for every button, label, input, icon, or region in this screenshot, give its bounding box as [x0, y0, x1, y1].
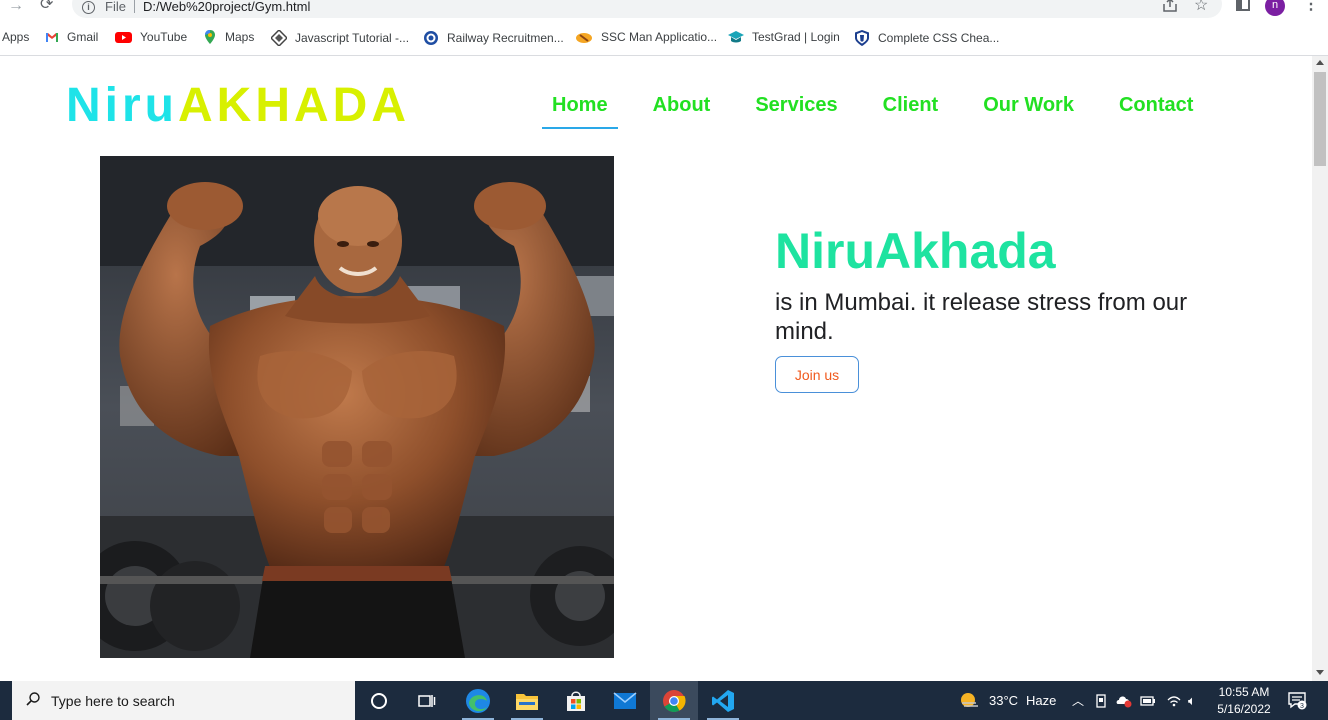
logo-part-1: Niru: [66, 79, 178, 132]
bookmark-label: YouTube: [140, 30, 188, 44]
bookmark-label: TestGrad | Login: [752, 30, 840, 44]
bookmark-ssc[interactable]: SSC Man Applicatio...: [575, 30, 717, 44]
bookmark-label: Maps: [225, 30, 255, 44]
bookmark-label: Complete CSS Chea...: [878, 31, 1000, 45]
taskbar-search-box[interactable]: Type here to search: [12, 681, 355, 720]
speaker-volume-icon[interactable]: 🔈︎: [1188, 693, 1196, 709]
nav-client[interactable]: Client: [883, 94, 939, 129]
scroll-thumb[interactable]: [1314, 72, 1326, 166]
side-panel-icon[interactable]: [1236, 0, 1250, 11]
chrome-icon: [663, 689, 686, 712]
join-us-button[interactable]: Join us: [775, 356, 859, 393]
weather-temperature: 33°C: [989, 693, 1019, 708]
store-app[interactable]: [552, 681, 600, 720]
forward-arrow-icon[interactable]: →: [8, 0, 26, 16]
nav-contact[interactable]: Contact: [1119, 94, 1193, 129]
weather-sun-haze-icon: [961, 692, 978, 707]
bodybuilder-illustration: [100, 156, 614, 658]
nav-services[interactable]: Services: [755, 94, 837, 129]
system-clock[interactable]: 10:55 AM 5/16/2022: [1212, 684, 1276, 718]
search-icon: [26, 692, 40, 706]
task-view-button[interactable]: [403, 681, 451, 720]
web-page: NiruAKHADA Home About Services Client Ou…: [0, 56, 1312, 681]
url-scheme-label: File: [105, 0, 126, 14]
railway-icon: [424, 31, 438, 45]
address-bar[interactable]: i File D:/Web%20project/Gym.html ☆: [72, 0, 1222, 18]
tray-icons: ︿ 🔈︎: [1072, 681, 1196, 720]
bookmark-label: SSC Man Applicatio...: [601, 30, 718, 44]
share-icon[interactable]: [1162, 0, 1178, 12]
chrome-app[interactable]: [650, 681, 698, 720]
bookmark-label: Apps: [2, 30, 30, 44]
scroll-up-arrow-icon[interactable]: [1316, 60, 1324, 65]
notification-center-button[interactable]: 3: [1287, 690, 1307, 710]
nav-about[interactable]: About: [653, 94, 711, 129]
site-logo[interactable]: NiruAKHADA: [66, 78, 410, 133]
battery-icon[interactable]: [1140, 695, 1156, 707]
weather-description: Haze: [1026, 693, 1057, 708]
onedrive-error-icon[interactable]: [1116, 694, 1132, 708]
clock-date: 5/16/2022: [1217, 702, 1271, 716]
hero-title: NiruAkhada: [775, 223, 1056, 279]
bookmark-star-icon[interactable]: ☆: [1194, 0, 1208, 15]
taskbar-search-placeholder: Type here to search: [51, 693, 175, 709]
bookmark-label: Railway Recruitmen...: [447, 31, 564, 45]
info-icon[interactable]: i: [82, 1, 95, 14]
notification-count: 3: [1300, 703, 1304, 710]
nav-our-work[interactable]: Our Work: [983, 94, 1074, 129]
start-button[interactable]: [0, 681, 12, 720]
edge-icon: [466, 688, 490, 713]
bookmark-railway[interactable]: Railway Recruitmen...: [423, 30, 564, 46]
main-nav: Home About Services Client Our Work Cont…: [542, 94, 1238, 129]
bookmark-testgrad[interactable]: TestGrad | Login: [728, 30, 840, 44]
logo-part-2: AKHADA: [178, 79, 410, 132]
bookmark-apps[interactable]: Apps: [2, 30, 29, 44]
device-icon[interactable]: [1094, 693, 1108, 708]
cortana-circle-icon: [371, 692, 387, 709]
windows-taskbar: Type here to search 33°C Haze ︿ 🔈︎ 10:55…: [0, 681, 1328, 720]
profile-avatar[interactable]: n: [1265, 0, 1285, 16]
browser-toolbar: → ⟳ i File D:/Web%20project/Gym.html ☆ n…: [0, 0, 1328, 22]
url-separator: [134, 0, 135, 13]
cortana-button[interactable]: [355, 681, 403, 720]
task-view-icon: [418, 694, 436, 707]
mail-envelope-icon: [613, 691, 637, 709]
nav-home[interactable]: Home: [542, 94, 618, 129]
store-bag-icon: [567, 690, 585, 711]
hero-bodybuilder-photo: [100, 156, 614, 658]
reload-icon[interactable]: ⟳: [40, 0, 58, 15]
bookmark-gmail[interactable]: Gmail: [45, 30, 98, 44]
wifi-icon[interactable]: [1166, 694, 1182, 708]
chevron-up-icon[interactable]: ︿: [1072, 692, 1084, 709]
notification-icon: 3: [1288, 692, 1307, 710]
clock-time: 10:55 AM: [1218, 685, 1270, 699]
maps-pin-icon: [205, 30, 215, 44]
page-scrollbar[interactable]: [1312, 56, 1328, 681]
vscode-app[interactable]: [699, 681, 747, 720]
hero-description: is in Mumbai. it release stress from our…: [775, 289, 1188, 345]
bookmarks-bar: Apps Gmail YouTube Maps Javascript Tutor…: [0, 26, 1328, 48]
more-menu-icon[interactable]: ⋮: [1303, 0, 1319, 14]
gmail-icon: [46, 33, 58, 42]
bookmark-maps[interactable]: Maps: [203, 30, 254, 44]
bookmark-label: Javascript Tutorial -...: [295, 31, 410, 45]
bookmark-label: Gmail: [67, 30, 99, 44]
testgrad-icon: [728, 31, 744, 43]
bookmark-youtube[interactable]: YouTube: [115, 30, 187, 44]
shield-icon: [855, 30, 869, 46]
scroll-down-arrow-icon[interactable]: [1316, 670, 1324, 675]
youtube-icon: [115, 32, 132, 43]
url-text[interactable]: D:/Web%20project/Gym.html: [143, 0, 310, 14]
weather-widget[interactable]: 33°C Haze: [958, 681, 1056, 720]
vscode-icon: [712, 689, 734, 712]
edge-app[interactable]: [454, 681, 502, 720]
mail-app[interactable]: [601, 681, 649, 720]
bookmark-javascript-tutorial[interactable]: Javascript Tutorial -...: [271, 30, 409, 46]
bookmark-css-cheatsheet[interactable]: Complete CSS Chea...: [854, 30, 999, 46]
file-explorer-app[interactable]: [503, 681, 551, 720]
folder-icon: [516, 693, 538, 710]
javascript-tutorial-icon: [271, 30, 287, 46]
ssc-icon: [576, 33, 592, 43]
